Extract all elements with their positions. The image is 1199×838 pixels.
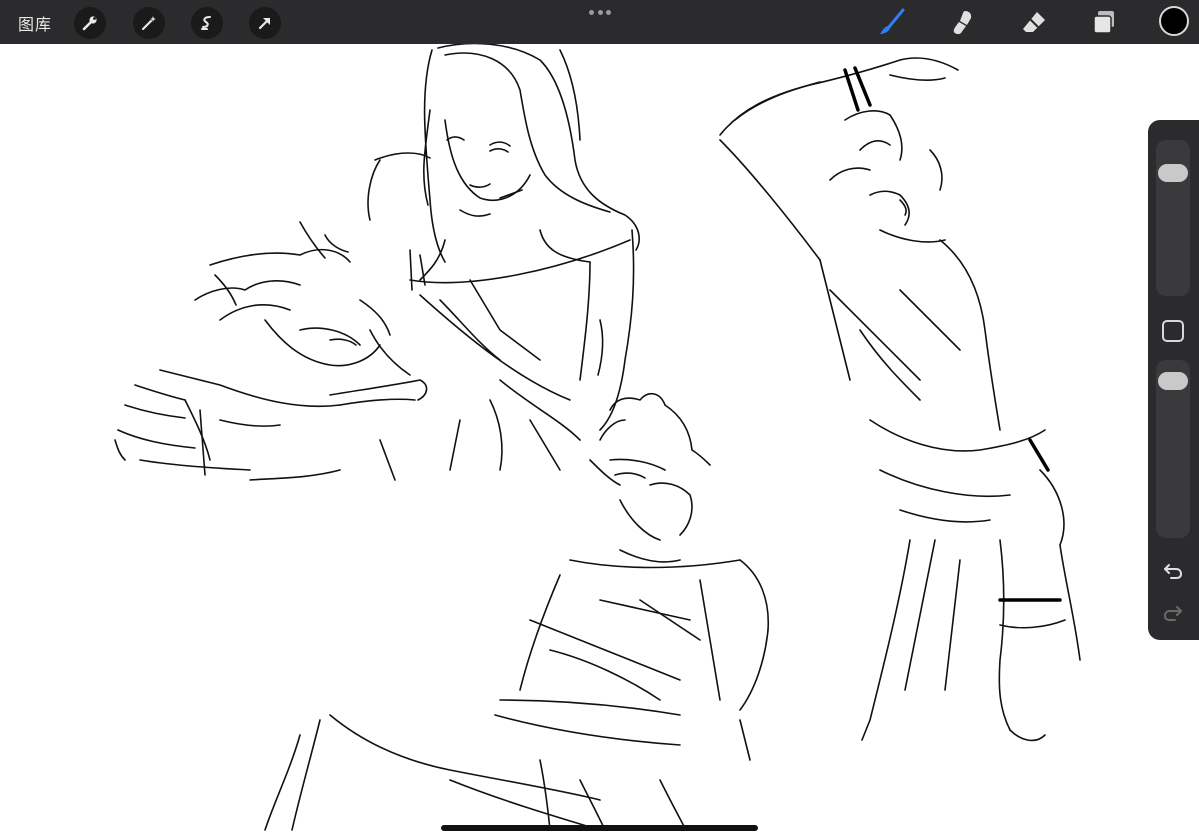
color-picker-button[interactable]: [1159, 6, 1189, 36]
transform-button[interactable]: [249, 7, 281, 39]
eraser-icon: [1023, 12, 1045, 32]
smudge-tool-button[interactable]: [947, 6, 979, 38]
brush-icon: [880, 8, 905, 34]
grip-dot: [597, 9, 603, 15]
procreate-app: 图库: [0, 0, 1199, 838]
actions-button[interactable]: [74, 7, 106, 39]
smudge-icon: [953, 11, 972, 35]
sketch-drawing: [114, 42, 1081, 831]
square-modify-icon[interactable]: [1162, 320, 1184, 342]
redo-icon: [1163, 606, 1182, 621]
transform-arrow-icon: [258, 17, 271, 30]
sidebar-panel: [1148, 120, 1199, 640]
brush-tool-button[interactable]: [876, 6, 908, 38]
adjustments-button[interactable]: [133, 7, 165, 39]
grip-dot: [606, 9, 611, 15]
selection-button[interactable]: [191, 7, 223, 39]
top-toolbar: 图库: [0, 0, 1199, 44]
eraser-tool-button[interactable]: [1018, 6, 1050, 38]
undo-icon: [1164, 564, 1183, 579]
selection-icon: [201, 16, 211, 30]
layers-icon: [1093, 11, 1114, 34]
wrench-icon: [82, 16, 97, 31]
brush-size-thumb[interactable]: [1158, 163, 1188, 182]
toolbar-grip-handle[interactable]: [589, 8, 611, 16]
magic-wand-icon: [141, 16, 156, 31]
drawing-canvas[interactable]: [0, 42, 1199, 838]
opacity-thumb[interactable]: [1158, 371, 1188, 390]
opacity-slider[interactable]: [1156, 360, 1190, 538]
layers-button[interactable]: [1088, 6, 1120, 38]
undo-button[interactable]: [1160, 560, 1186, 582]
grip-dot: [589, 9, 594, 15]
brush-size-slider[interactable]: [1156, 140, 1190, 296]
home-indicator[interactable]: [441, 825, 758, 831]
gallery-button[interactable]: 图库: [18, 11, 52, 35]
redo-button[interactable]: [1160, 602, 1186, 624]
